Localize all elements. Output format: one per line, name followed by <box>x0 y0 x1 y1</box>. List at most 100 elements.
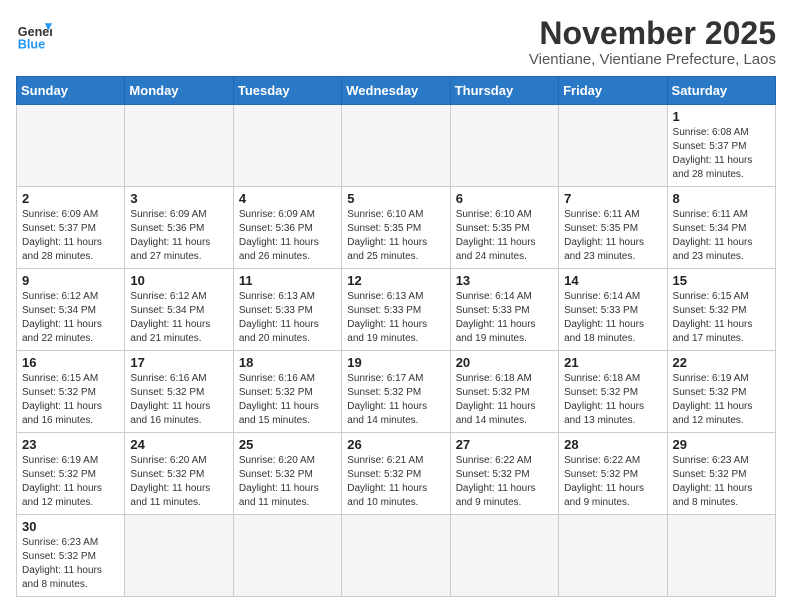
svg-text:Blue: Blue <box>18 37 45 51</box>
day-info: Sunrise: 6:09 AM Sunset: 5:36 PM Dayligh… <box>239 208 336 264</box>
day-number: 2 <box>22 191 119 206</box>
day-number: 11 <box>239 273 336 288</box>
calendar-cell: 23 Sunrise: 6:19 AM Sunset: 5:32 PM Dayli… <box>17 433 125 515</box>
day-info: Sunrise: 6:12 AM Sunset: 5:34 PM Dayligh… <box>130 290 227 346</box>
day-info: Sunrise: 6:15 AM Sunset: 5:32 PM Dayligh… <box>673 290 770 346</box>
day-number: 17 <box>130 355 227 370</box>
day-info: Sunrise: 6:20 AM Sunset: 5:32 PM Dayligh… <box>130 454 227 510</box>
day-info: Sunrise: 6:19 AM Sunset: 5:32 PM Dayligh… <box>22 454 119 510</box>
calendar-cell <box>667 515 775 597</box>
day-info: Sunrise: 6:23 AM Sunset: 5:32 PM Dayligh… <box>673 454 770 510</box>
day-info: Sunrise: 6:18 AM Sunset: 5:32 PM Dayligh… <box>456 372 553 428</box>
calendar-cell: 22 Sunrise: 6:19 AM Sunset: 5:32 PM Dayli… <box>667 351 775 433</box>
day-number: 24 <box>130 437 227 452</box>
logo: General Blue <box>16 16 52 52</box>
calendar-cell: 17Sunrise: 6:16 AM Sunset: 5:32 PM Dayli… <box>125 351 233 433</box>
calendar-cell <box>450 105 558 187</box>
day-number: 27 <box>456 437 553 452</box>
day-number: 13 <box>456 273 553 288</box>
day-info: Sunrise: 6:13 AM Sunset: 5:33 PM Dayligh… <box>239 290 336 346</box>
calendar-cell: 11 Sunrise: 6:13 AM Sunset: 5:33 PM Dayli… <box>233 269 341 351</box>
calendar-cell: 7Sunrise: 6:11 AM Sunset: 5:35 PM Daylig… <box>559 187 667 269</box>
calendar-cell: 6 Sunrise: 6:10 AM Sunset: 5:35 PM Daylig… <box>450 187 558 269</box>
calendar-cell: 15Sunrise: 6:15 AM Sunset: 5:32 PM Dayli… <box>667 269 775 351</box>
day-info: Sunrise: 6:22 AM Sunset: 5:32 PM Dayligh… <box>456 454 553 510</box>
week-row-3: 9 Sunrise: 6:12 AM Sunset: 5:34 PM Daylig… <box>17 269 776 351</box>
day-info: Sunrise: 6:14 AM Sunset: 5:33 PM Dayligh… <box>456 290 553 346</box>
day-number: 7 <box>564 191 661 206</box>
week-row-2: 2 Sunrise: 6:09 AM Sunset: 5:37 PM Daylig… <box>17 187 776 269</box>
page-header: General Blue November 2025 Vientiane, Vi… <box>16 16 776 68</box>
calendar-cell: 24 Sunrise: 6:20 AM Sunset: 5:32 PM Dayli… <box>125 433 233 515</box>
day-number: 1 <box>673 109 770 124</box>
calendar-cell <box>125 515 233 597</box>
day-number: 18 <box>239 355 336 370</box>
calendar-cell: 26Sunrise: 6:21 AM Sunset: 5:32 PM Dayli… <box>342 433 450 515</box>
day-number: 26 <box>347 437 444 452</box>
calendar-cell: 27 Sunrise: 6:22 AM Sunset: 5:32 PM Dayli… <box>450 433 558 515</box>
day-number: 19 <box>347 355 444 370</box>
day-info: Sunrise: 6:17 AM Sunset: 5:32 PM Dayligh… <box>347 372 444 428</box>
title-block: November 2025 Vientiane, Vientiane Prefe… <box>529 16 776 68</box>
day-info: Sunrise: 6:18 AM Sunset: 5:32 PM Dayligh… <box>564 372 661 428</box>
day-number: 4 <box>239 191 336 206</box>
day-number: 8 <box>673 191 770 206</box>
day-info: Sunrise: 6:10 AM Sunset: 5:35 PM Dayligh… <box>347 208 444 264</box>
day-info: Sunrise: 6:13 AM Sunset: 5:33 PM Dayligh… <box>347 290 444 346</box>
calendar-cell: 10 Sunrise: 6:12 AM Sunset: 5:34 PM Dayli… <box>125 269 233 351</box>
week-row-6: 30Sunrise: 6:23 AM Sunset: 5:32 PM Dayli… <box>17 515 776 597</box>
day-number: 6 <box>456 191 553 206</box>
day-info: Sunrise: 6:09 AM Sunset: 5:36 PM Dayligh… <box>130 208 227 264</box>
calendar-cell <box>233 515 341 597</box>
day-info: Sunrise: 6:11 AM Sunset: 5:34 PM Dayligh… <box>673 208 770 264</box>
day-number: 5 <box>347 191 444 206</box>
column-header-wednesday: Wednesday <box>342 77 450 105</box>
day-number: 25 <box>239 437 336 452</box>
day-number: 23 <box>22 437 119 452</box>
calendar-cell: 16Sunrise: 6:15 AM Sunset: 5:32 PM Dayli… <box>17 351 125 433</box>
day-number: 16 <box>22 355 119 370</box>
day-info: Sunrise: 6:08 AM Sunset: 5:37 PM Dayligh… <box>673 126 770 182</box>
day-info: Sunrise: 6:16 AM Sunset: 5:32 PM Dayligh… <box>239 372 336 428</box>
column-header-tuesday: Tuesday <box>233 77 341 105</box>
calendar-cell: 2 Sunrise: 6:09 AM Sunset: 5:37 PM Daylig… <box>17 187 125 269</box>
calendar-cell <box>233 105 341 187</box>
day-info: Sunrise: 6:19 AM Sunset: 5:32 PM Dayligh… <box>673 372 770 428</box>
day-number: 29 <box>673 437 770 452</box>
calendar-cell: 20 Sunrise: 6:18 AM Sunset: 5:32 PM Dayli… <box>450 351 558 433</box>
column-header-thursday: Thursday <box>450 77 558 105</box>
day-number: 10 <box>130 273 227 288</box>
calendar-cell: 8 Sunrise: 6:11 AM Sunset: 5:34 PM Daylig… <box>667 187 775 269</box>
day-info: Sunrise: 6:10 AM Sunset: 5:35 PM Dayligh… <box>456 208 553 264</box>
calendar-cell: 12 Sunrise: 6:13 AM Sunset: 5:33 PM Dayli… <box>342 269 450 351</box>
subtitle: Vientiane, Vientiane Prefecture, Laos <box>529 51 776 68</box>
day-number: 22 <box>673 355 770 370</box>
calendar-cell <box>342 515 450 597</box>
day-number: 12 <box>347 273 444 288</box>
calendar-cell: 28Sunrise: 6:22 AM Sunset: 5:32 PM Dayli… <box>559 433 667 515</box>
calendar-cell <box>450 515 558 597</box>
calendar-cell: 13 Sunrise: 6:14 AM Sunset: 5:33 PM Dayli… <box>450 269 558 351</box>
calendar-cell: 19 Sunrise: 6:17 AM Sunset: 5:32 PM Dayli… <box>342 351 450 433</box>
day-number: 14 <box>564 273 661 288</box>
column-header-friday: Friday <box>559 77 667 105</box>
day-number: 28 <box>564 437 661 452</box>
day-number: 20 <box>456 355 553 370</box>
calendar-cell <box>17 105 125 187</box>
day-info: Sunrise: 6:12 AM Sunset: 5:34 PM Dayligh… <box>22 290 119 346</box>
column-header-monday: Monday <box>125 77 233 105</box>
column-header-sunday: Sunday <box>17 77 125 105</box>
day-number: 9 <box>22 273 119 288</box>
calendar-cell: 25Sunrise: 6:20 AM Sunset: 5:32 PM Dayli… <box>233 433 341 515</box>
day-info: Sunrise: 6:09 AM Sunset: 5:37 PM Dayligh… <box>22 208 119 264</box>
day-header-row: SundayMondayTuesdayWednesdayThursdayFrid… <box>17 77 776 105</box>
calendar-cell: 3 Sunrise: 6:09 AM Sunset: 5:36 PM Daylig… <box>125 187 233 269</box>
calendar-cell: 30Sunrise: 6:23 AM Sunset: 5:32 PM Dayli… <box>17 515 125 597</box>
logo-icon: General Blue <box>16 16 52 52</box>
calendar-cell: 29 Sunrise: 6:23 AM Sunset: 5:32 PM Dayli… <box>667 433 775 515</box>
calendar-cell <box>559 105 667 187</box>
day-number: 3 <box>130 191 227 206</box>
calendar-cell: 9 Sunrise: 6:12 AM Sunset: 5:34 PM Daylig… <box>17 269 125 351</box>
calendar-cell: 1 Sunrise: 6:08 AM Sunset: 5:37 PM Daylig… <box>667 105 775 187</box>
calendar-cell <box>559 515 667 597</box>
